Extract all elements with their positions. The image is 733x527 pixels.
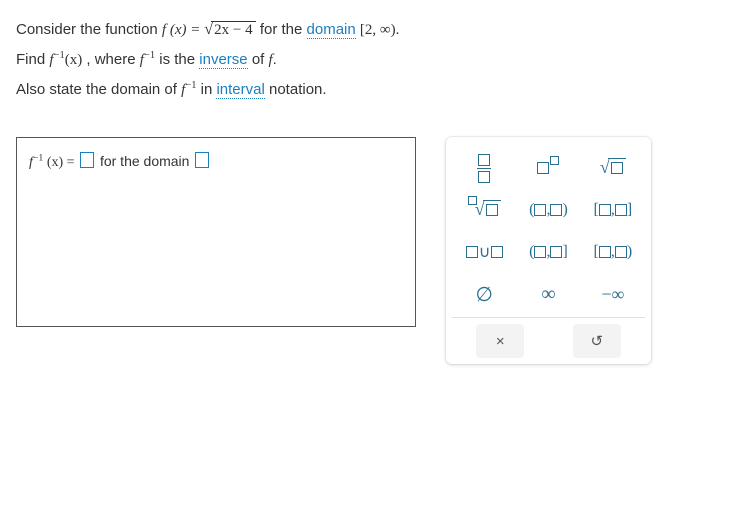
palette-half-open-right[interactable]: [,) — [587, 235, 639, 269]
palette-open-interval[interactable]: (,) — [522, 193, 574, 227]
text: for the domain — [100, 153, 193, 169]
close-icon: × — [496, 333, 505, 350]
text: Also state the domain of — [16, 81, 181, 98]
text: Find — [16, 51, 49, 68]
reset-icon: ↺ — [590, 332, 603, 350]
text: −1 — [185, 80, 196, 91]
palette-infinity[interactable]: ∞ — [522, 277, 574, 311]
text: for the — [260, 21, 307, 38]
answer-input-domain[interactable] — [195, 152, 209, 168]
text: notation. — [269, 81, 327, 98]
answer-box[interactable]: f−1 (x) = for the domain — [16, 137, 416, 327]
text: −1 — [33, 152, 43, 163]
text: −1 — [54, 50, 65, 61]
domain-interval: [2, ∞). — [360, 22, 399, 38]
palette-empty-set[interactable]: ∅ — [458, 277, 510, 311]
palette-reset[interactable]: ↺ — [573, 324, 621, 358]
answer-input-expression[interactable] — [80, 152, 94, 168]
palette-closed-interval[interactable]: [,] — [587, 193, 639, 227]
text: . — [273, 51, 277, 68]
symbol-palette: √ √ (,) [,] ∪ (,] [,) ∅ — [446, 137, 651, 364]
palette-fraction[interactable] — [458, 151, 510, 185]
text: Consider the function — [16, 21, 162, 38]
palette-clear[interactable]: × — [476, 324, 524, 358]
palette-union[interactable]: ∪ — [458, 235, 510, 269]
palette-nth-root[interactable]: √ — [458, 193, 510, 227]
palette-neg-infinity[interactable]: −∞ — [587, 277, 639, 311]
link-interval[interactable]: interval — [216, 81, 264, 99]
text: of — [252, 51, 269, 68]
palette-half-open-left[interactable]: (,] — [522, 235, 574, 269]
sqrt-expression: √ 2x − 4 — [204, 21, 256, 39]
problem-line-1: Consider the function f (x) = √ 2x − 4 f… — [16, 18, 717, 42]
problem-line-3: Also state the domain of f−1 in interval… — [16, 78, 717, 102]
text: in — [201, 81, 217, 98]
link-domain[interactable]: domain — [307, 21, 356, 39]
link-inverse[interactable]: inverse — [199, 51, 247, 69]
text: −1 — [144, 50, 155, 61]
text: (x) = — [43, 155, 78, 170]
text: (x) — [65, 52, 83, 68]
palette-power[interactable] — [522, 151, 574, 185]
text: , where — [86, 51, 139, 68]
text: is the — [159, 51, 199, 68]
problem-line-2: Find f−1(x) , where f−1 is the inverse o… — [16, 48, 717, 72]
function-lhs: f (x) = — [162, 22, 204, 38]
palette-sqrt[interactable]: √ — [587, 151, 639, 185]
